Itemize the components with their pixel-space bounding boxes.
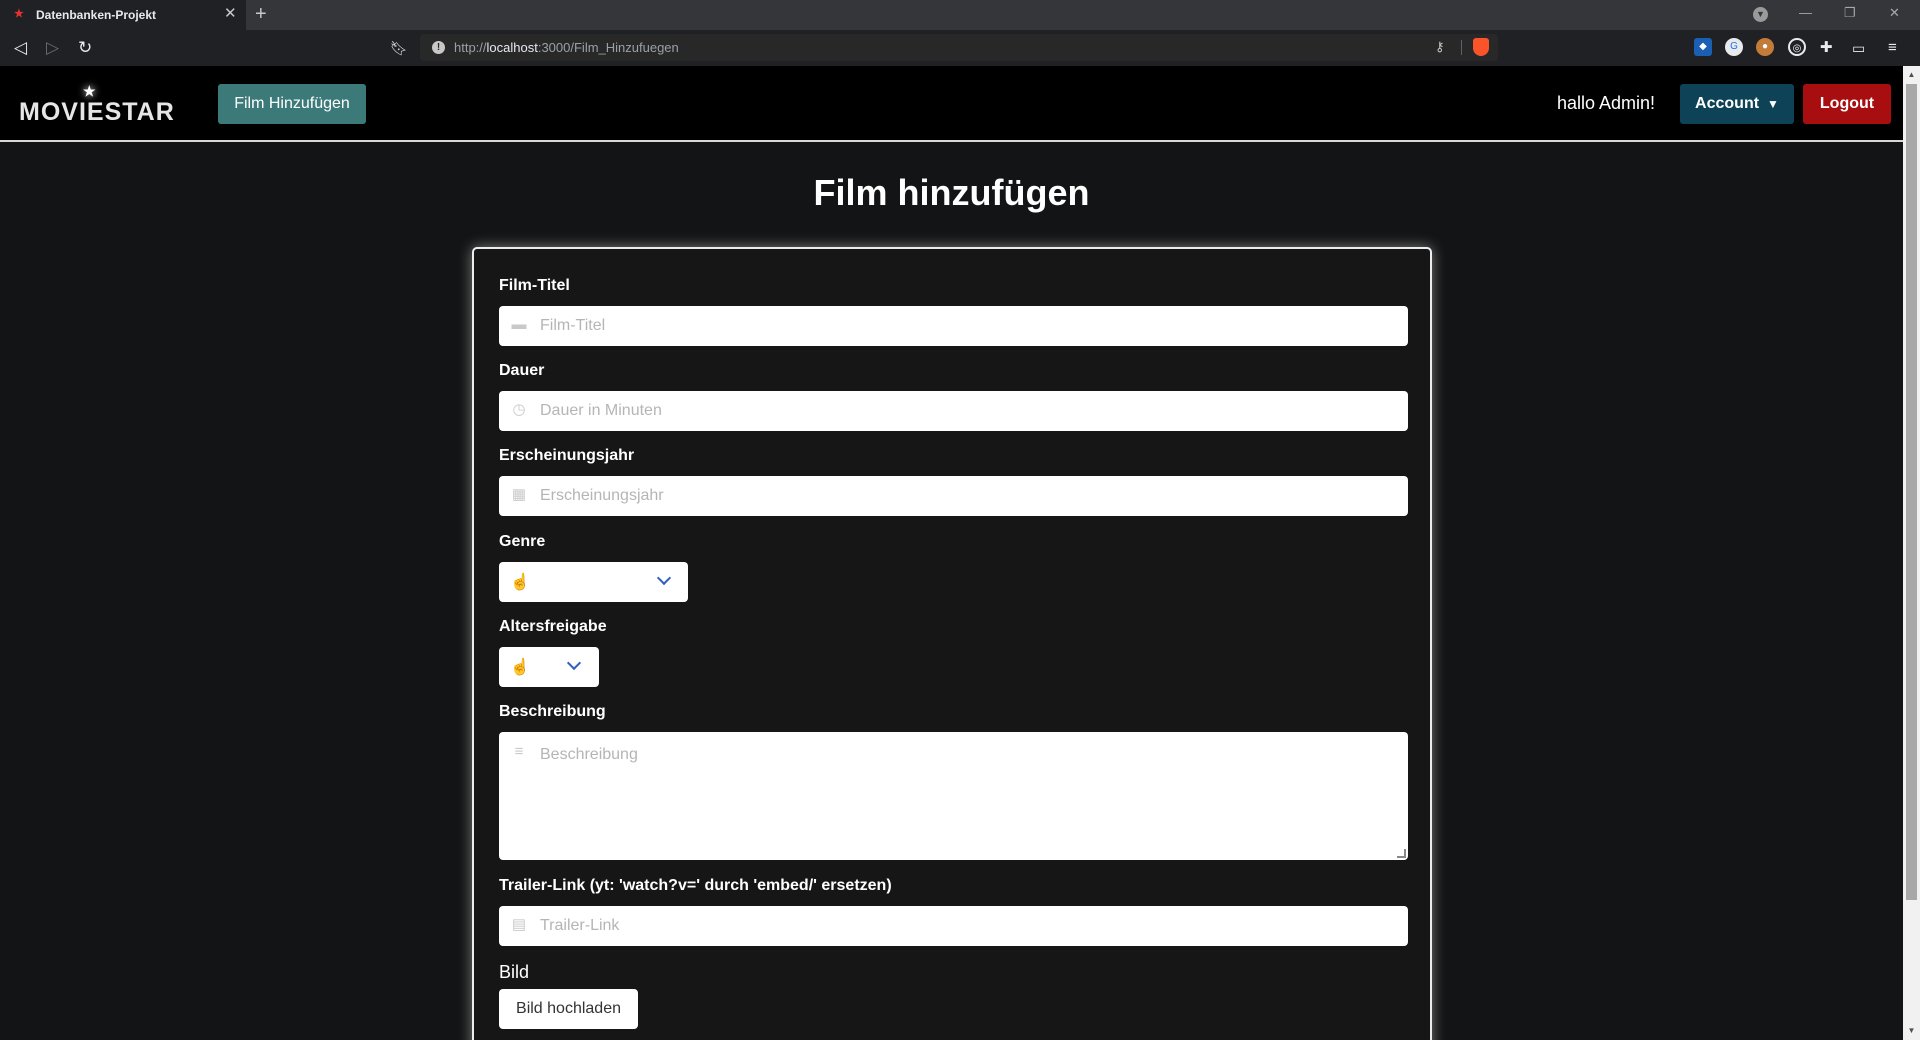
chevron-down-icon [566,655,582,671]
page-title: Film hinzufügen [813,172,1090,213]
browser-tab-bar: ★ Datenbanken-Projekt ✕ + ▼ — ❐ ✕ [0,0,1920,30]
film-title-label: Film-Titel [499,277,570,294]
reload-icon[interactable]: ↻ [78,38,92,58]
brave-shields-icon[interactable] [1473,38,1489,56]
new-tab-icon[interactable]: + [255,3,267,25]
browser-window: ★ Datenbanken-Projekt ✕ + ▼ — ❐ ✕ ◁ ▷ ↻ … [0,0,1920,1040]
address-bar-divider [1461,40,1462,55]
address-bar[interactable]: ! http://localhost:3000/Film_Hinzufuegen… [420,34,1498,61]
extensions-puzzle-icon[interactable]: ✚ [1820,38,1833,58]
target-extension-icon[interactable]: ◎ [1788,38,1806,56]
duration-label: Dauer [499,362,545,379]
tab-title: Datenbanken-Projekt [36,8,157,22]
scrollbar-thumb[interactable] [1906,84,1917,900]
restore-icon[interactable]: ❐ [1844,5,1856,21]
close-tab-icon[interactable]: ✕ [224,6,237,22]
logo-text: MOVIESTAR [19,98,175,126]
age-rating-select[interactable]: ☝ [499,647,599,687]
image-label: Bild [499,962,530,982]
star-favicon-icon: ★ [14,8,24,20]
hand-pointer-icon: ☝ [510,659,530,676]
chevron-down-icon [656,570,672,586]
release-year-label: Erscheinungsjahr [499,447,635,464]
scroll-down-icon[interactable]: ▼ [1906,1026,1917,1038]
trailer-link-label: Trailer-Link (yt: 'watch?v=' durch 'embe… [499,877,892,894]
scroll-up-icon[interactable]: ▲ [1906,70,1917,82]
bitwarden-extension-icon[interactable]: ◆ [1694,38,1712,56]
clock-icon: ◷ [512,401,526,418]
cookie-extension-icon[interactable]: ● [1756,38,1774,56]
genre-label: Genre [499,533,546,550]
hand-pointer-icon: ☝ [510,574,530,591]
close-window-icon[interactable]: ✕ [1889,5,1900,21]
translate-extension-icon[interactable]: G [1725,38,1743,56]
duration-input[interactable]: ◷ Dauer in Minuten [499,391,1408,431]
menu-icon[interactable]: ≡ [1888,38,1897,58]
logout-button[interactable]: Logout [1803,84,1891,124]
description-textarea[interactable]: ≡ Beschreibung [499,732,1408,860]
align-left-icon: ≡ [514,743,524,760]
bookmark-icon[interactable]: 🔖︎ [390,38,408,58]
film-icon: ▤ [511,916,527,933]
forward-icon[interactable]: ▷ [46,38,59,58]
trailer-link-input[interactable]: ▤ Trailer-Link [499,906,1408,946]
password-key-icon[interactable]: ⚷ [1435,39,1445,55]
duration-placeholder: Dauer in Minuten [540,402,662,419]
film-title-placeholder: Film-Titel [540,317,606,334]
logo-star-icon: ★ [83,83,97,99]
tab-search-icon[interactable]: ▼ [1753,7,1768,22]
account-dropdown-button[interactable]: Account ▼ [1680,84,1794,124]
minimize-icon[interactable]: — [1799,5,1812,20]
site-navbar: ★ MOVIESTAR Film Hinzufügen hallo Admin!… [0,66,1903,142]
description-placeholder: Beschreibung [540,746,638,763]
release-year-placeholder: Erscheinungsjahr [540,487,664,504]
description-label: Beschreibung [499,703,606,720]
genre-select[interactable]: ☝ [499,562,688,602]
video-camera-icon: ▬ [511,316,527,333]
url-text: http://localhost:3000/Film_Hinzufuegen [454,40,679,55]
calendar-icon: ▦ [511,486,527,503]
add-film-form: Film-Titel ▬ Film-Titel Dauer ◷ Dauer in… [472,247,1432,1040]
browser-toolbar: ◁ ▷ ↻ 🔖︎ ! http://localhost:3000/Film_Hi… [0,30,1920,66]
add-film-button[interactable]: Film Hinzufügen [218,84,366,124]
trailer-link-placeholder: Trailer-Link [540,917,620,934]
resize-handle[interactable] [1397,849,1406,858]
account-label: Account [1695,95,1760,112]
chevron-down-icon: ▼ [1767,97,1779,111]
wallet-icon[interactable]: ▭ [1852,38,1865,58]
release-year-input[interactable]: ▦ Erscheinungsjahr [499,476,1408,516]
back-icon[interactable]: ◁ [14,38,27,58]
film-title-input[interactable]: ▬ Film-Titel [499,306,1408,346]
site-info-icon[interactable]: ! [432,41,445,54]
greeting-text: hallo Admin! [1557,93,1656,113]
age-rating-label: Altersfreigabe [499,618,607,635]
upload-image-button[interactable]: Bild hochladen [499,989,638,1029]
browser-tab[interactable]: ★ Datenbanken-Projekt ✕ [0,0,246,30]
moviestar-logo[interactable]: ★ MOVIESTAR [19,83,175,127]
